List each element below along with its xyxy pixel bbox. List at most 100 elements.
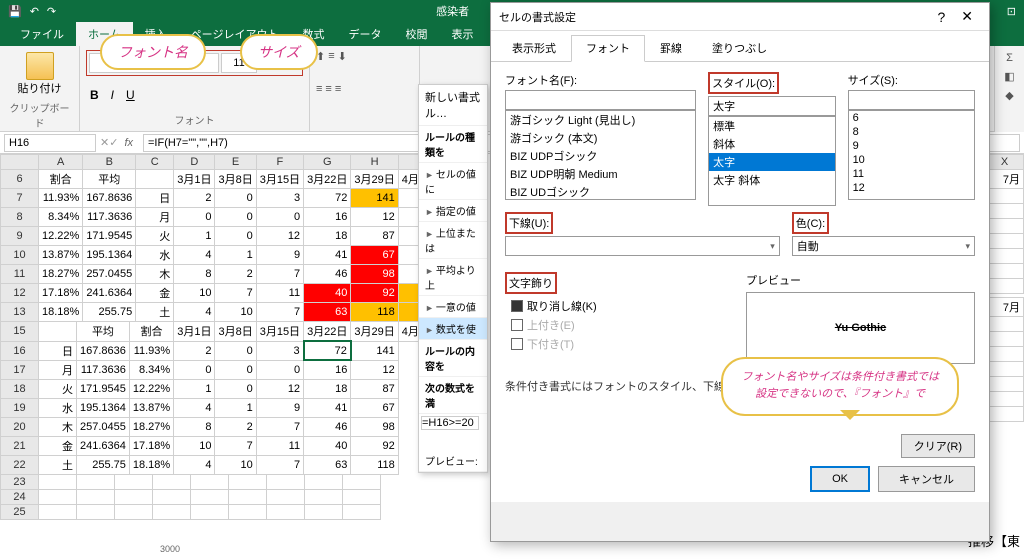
rule-type-item[interactable]: ►セルの値に — [419, 163, 487, 200]
dialog-tab-3[interactable]: 塗りつぶし — [697, 35, 782, 61]
rule-formula-input[interactable] — [421, 416, 479, 430]
cell[interactable] — [986, 264, 1024, 279]
cell[interactable]: 13.87% — [39, 246, 83, 265]
cell[interactable]: 12 — [351, 208, 398, 227]
cell[interactable]: 平均 — [83, 170, 136, 189]
cell[interactable]: 141 — [351, 189, 398, 208]
cell[interactable]: 195.1364 — [77, 398, 130, 417]
cell[interactable] — [39, 504, 77, 519]
rule-type-item[interactable]: ►平均より上 — [419, 259, 487, 296]
cell[interactable]: 40 — [304, 436, 351, 455]
cell[interactable] — [191, 489, 229, 504]
redo-icon[interactable]: ↷ — [47, 5, 56, 18]
cell[interactable]: 87 — [351, 227, 398, 246]
row-header[interactable]: 25 — [1, 504, 39, 519]
cell[interactable]: 金 — [136, 284, 174, 303]
cell[interactable]: 18 — [304, 379, 351, 398]
align-bot-icon[interactable]: ⬇ — [338, 50, 347, 63]
cell[interactable]: 41 — [304, 246, 351, 265]
cell[interactable]: 8 — [174, 417, 215, 436]
cell[interactable] — [77, 474, 115, 489]
cell[interactable]: 8.34% — [129, 360, 173, 379]
cell[interactable] — [77, 504, 115, 519]
row-header[interactable]: 21 — [1, 436, 39, 455]
cell[interactable]: 46 — [304, 417, 351, 436]
cell[interactable]: 41 — [304, 398, 351, 417]
cell[interactable] — [986, 332, 1024, 347]
cell[interactable]: 0 — [215, 208, 256, 227]
cell[interactable] — [986, 219, 1024, 234]
cell[interactable]: 4 — [174, 455, 215, 474]
cell[interactable]: 水 — [136, 246, 174, 265]
cell[interactable]: 土 — [39, 455, 77, 474]
color-combo[interactable]: 自動▾ — [792, 236, 975, 256]
row-header[interactable]: 22 — [1, 455, 39, 474]
cell[interactable]: 0 — [256, 208, 303, 227]
cell[interactable] — [191, 504, 229, 519]
cell[interactable]: 12 — [256, 227, 303, 246]
cancel-icon[interactable]: ✕ — [100, 136, 109, 149]
cell[interactable]: 7月 — [986, 170, 1024, 189]
cell[interactable]: 2 — [215, 417, 256, 436]
cell[interactable]: 4 — [174, 398, 215, 417]
cell[interactable]: 7 — [256, 265, 303, 284]
cell[interactable] — [77, 489, 115, 504]
cell[interactable]: 3月15日 — [256, 322, 303, 342]
cell[interactable]: 10 — [174, 284, 215, 303]
cell[interactable]: 3月1日 — [174, 170, 215, 189]
cell[interactable]: 木 — [39, 417, 77, 436]
cell[interactable] — [986, 362, 1024, 377]
underline-combo[interactable]: ▾ — [505, 236, 780, 256]
cell[interactable]: 98 — [351, 265, 398, 284]
cell[interactable]: 7 — [256, 303, 303, 322]
cell[interactable]: 割合 — [39, 170, 83, 189]
cell[interactable] — [267, 504, 305, 519]
cell[interactable] — [343, 504, 381, 519]
cell[interactable]: 月 — [136, 208, 174, 227]
cell[interactable]: 1 — [215, 246, 256, 265]
fontlist-item[interactable]: 游ゴシック Light (見出し) — [506, 111, 695, 129]
cell[interactable]: 72 — [304, 341, 351, 360]
cell[interactable]: 255.75 — [77, 455, 130, 474]
close-icon[interactable]: ✕ — [953, 6, 981, 27]
cell[interactable]: 18.27% — [129, 417, 173, 436]
cell[interactable]: 11.93% — [39, 189, 83, 208]
cell[interactable]: 18.18% — [129, 455, 173, 474]
cell[interactable]: 18.18% — [39, 303, 83, 322]
cell[interactable]: 12.22% — [129, 379, 173, 398]
cell[interactable]: 7月 — [986, 298, 1024, 317]
cell[interactable]: 11 — [256, 436, 303, 455]
cell[interactable]: 火 — [136, 227, 174, 246]
cell[interactable]: 日 — [136, 189, 174, 208]
row-header[interactable]: 9 — [1, 227, 39, 246]
row-header[interactable]: 24 — [1, 489, 39, 504]
cell[interactable]: 171.9545 — [77, 379, 130, 398]
cell[interactable]: 7 — [215, 284, 256, 303]
cell[interactable]: 10 — [215, 303, 256, 322]
row-header[interactable]: 17 — [1, 360, 39, 379]
cell[interactable]: 4 — [174, 303, 215, 322]
cell[interactable] — [115, 504, 153, 519]
cell[interactable]: 7 — [215, 436, 256, 455]
cell[interactable]: 水 — [39, 398, 77, 417]
grid-bottom[interactable]: 15平均割合3月1日3月8日3月15日3月22日3月29日4月5日16日167.… — [0, 321, 440, 475]
cell[interactable] — [986, 347, 1024, 362]
col-header[interactable]: X — [986, 155, 1024, 170]
col-header[interactable]: D — [174, 155, 215, 170]
underline-button[interactable]: U — [122, 86, 139, 104]
cell[interactable] — [305, 504, 343, 519]
cell[interactable]: 67 — [351, 398, 398, 417]
font-list[interactable]: 游ゴシック Light (見出し)游ゴシック (本文)BIZ UDPゴシックBI… — [505, 110, 696, 200]
cell[interactable]: 0 — [215, 341, 256, 360]
col-header[interactable]: F — [256, 155, 303, 170]
cell[interactable]: 割合 — [129, 322, 173, 342]
col-header[interactable]: E — [215, 155, 256, 170]
cell[interactable]: 0 — [215, 227, 256, 246]
cell[interactable]: 18 — [304, 227, 351, 246]
cell[interactable] — [153, 504, 191, 519]
row-header[interactable]: 8 — [1, 208, 39, 227]
cell[interactable] — [986, 317, 1024, 332]
cell[interactable] — [115, 489, 153, 504]
row-header[interactable]: 23 — [1, 474, 39, 489]
cell[interactable]: 0 — [215, 189, 256, 208]
